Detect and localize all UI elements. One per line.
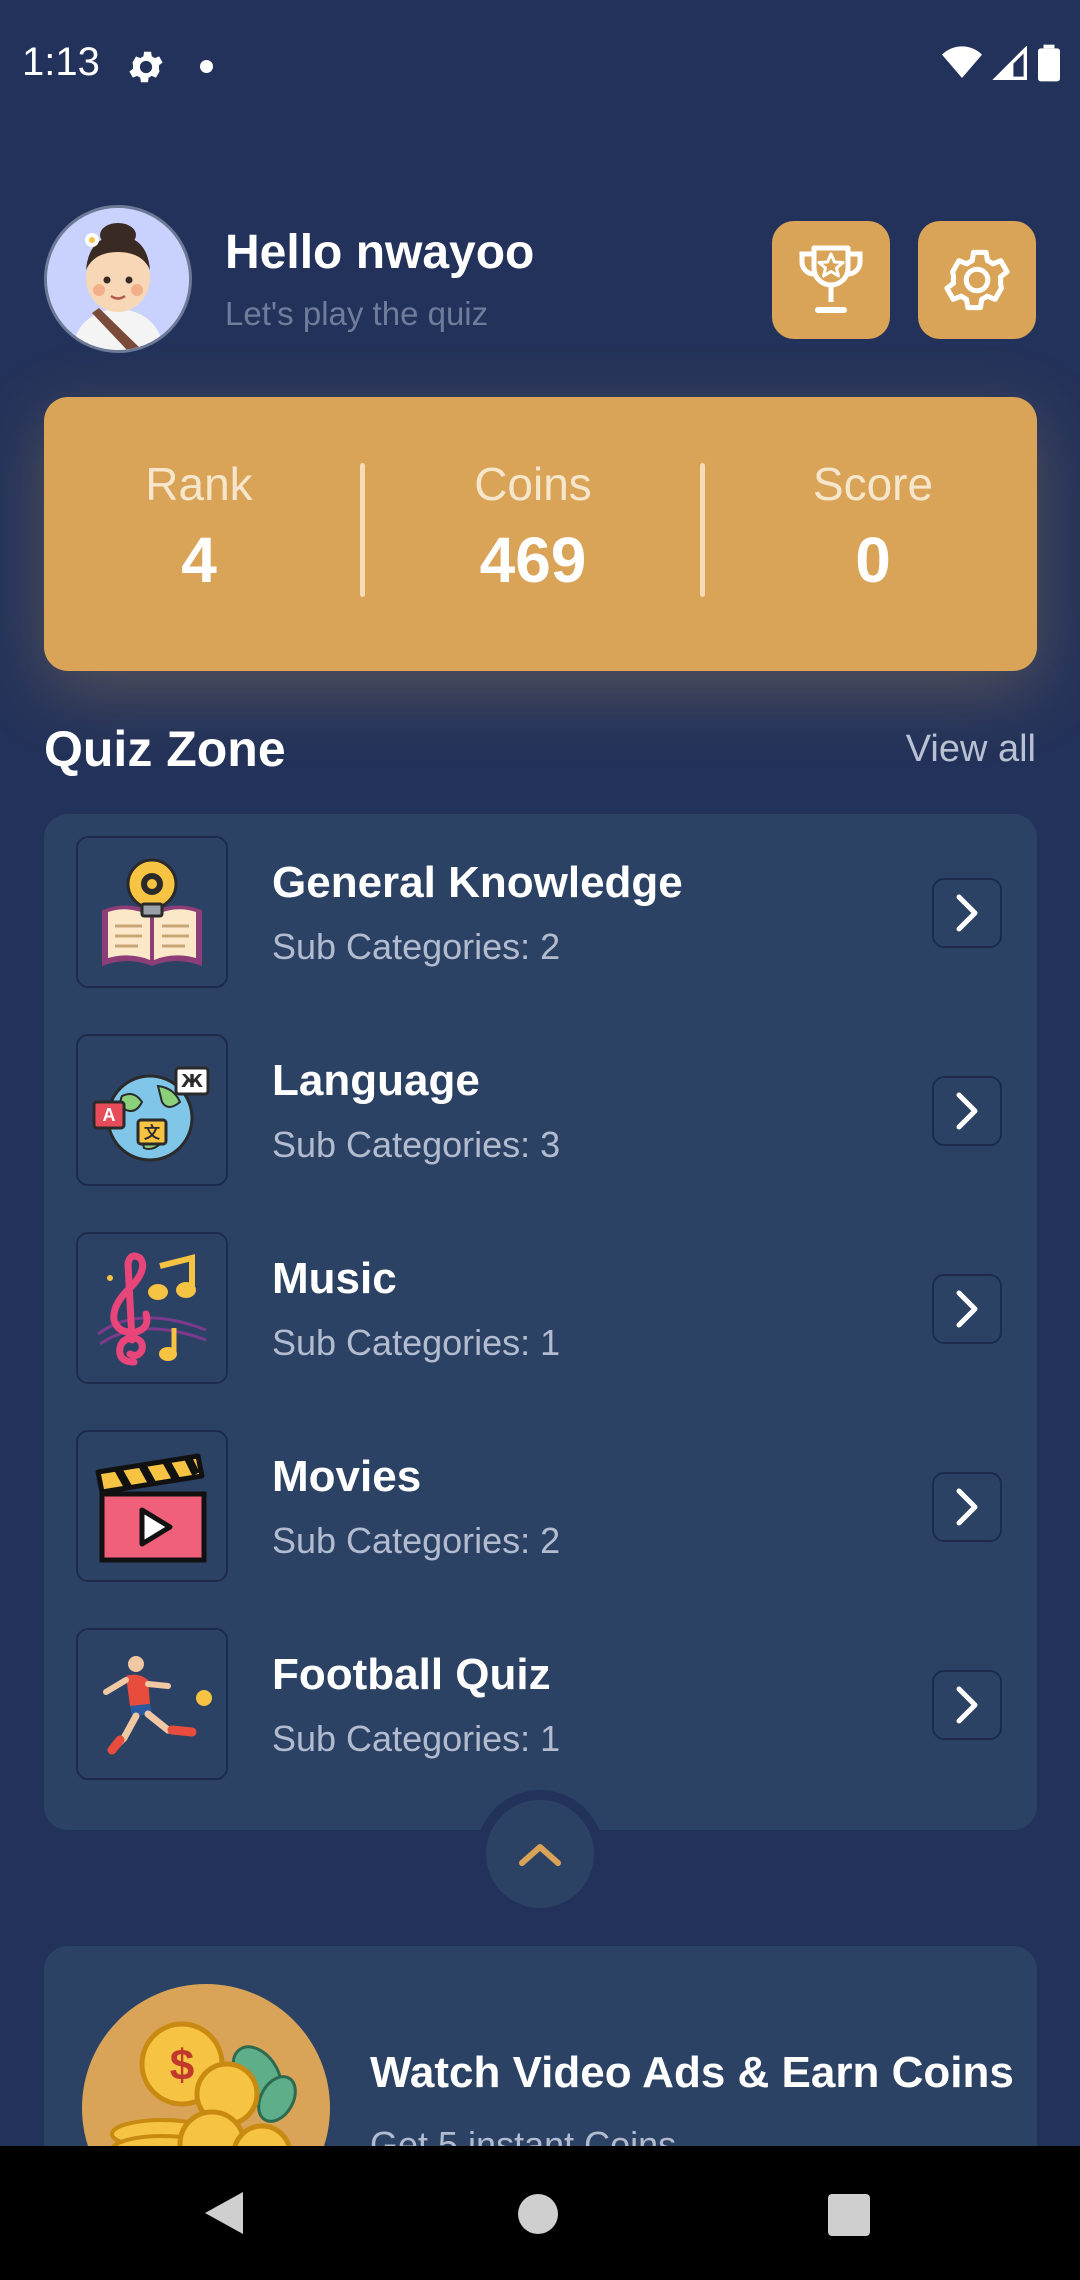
stats-divider bbox=[700, 463, 705, 597]
notification-dot-icon bbox=[200, 60, 213, 73]
quiz-item-movies[interactable]: Movies Sub Categories: 2 bbox=[76, 1430, 1006, 1584]
svg-text:文: 文 bbox=[144, 1123, 161, 1142]
collapse-list-button-wrapper bbox=[476, 1790, 604, 1918]
stats-card: Rank 4 Coins 469 Score 0 bbox=[44, 397, 1037, 671]
status-indicators bbox=[942, 44, 1060, 82]
status-time: 1:13 bbox=[22, 40, 100, 84]
greeting-subtitle: Let's play the quiz bbox=[225, 295, 489, 332]
chevron-right-icon[interactable] bbox=[932, 1076, 1002, 1146]
settings-button[interactable] bbox=[918, 221, 1036, 339]
stat-value: 469 bbox=[479, 524, 587, 596]
quiz-item-subcategories: Sub Categories: 2 bbox=[272, 1520, 561, 1561]
ads-subtitle: Get 5 instant Coins bbox=[370, 2124, 677, 2146]
collapse-list-button[interactable] bbox=[486, 1800, 594, 1908]
back-icon[interactable] bbox=[203, 2190, 245, 2241]
battery-icon bbox=[1038, 44, 1060, 82]
football-player-icon bbox=[76, 1628, 228, 1780]
quiz-item-subcategories: Sub Categories: 1 bbox=[272, 1322, 561, 1363]
avatar[interactable] bbox=[44, 205, 192, 353]
chevron-right-icon[interactable] bbox=[932, 878, 1002, 948]
greeting-title: Hello nwayoo bbox=[225, 226, 535, 279]
stat-label: Score bbox=[812, 458, 934, 510]
leaderboard-button[interactable] bbox=[772, 221, 890, 339]
view-all-link[interactable]: View all bbox=[906, 728, 1036, 771]
quiz-item-subcategories: Sub Categories: 2 bbox=[272, 926, 561, 967]
coins-stack-icon: $ bbox=[82, 1984, 330, 2146]
watch-ads-card[interactable]: $ Watch Video Ads & Earn Coins Get 5 ins… bbox=[44, 1946, 1037, 2146]
quiz-item-subcategories: Sub Categories: 3 bbox=[272, 1124, 561, 1165]
quiz-zone-title: Quiz Zone bbox=[44, 721, 286, 777]
stat-value: 4 bbox=[181, 524, 217, 596]
clapperboard-icon bbox=[76, 1430, 228, 1582]
quiz-item-subcategories: Sub Categories: 1 bbox=[272, 1718, 561, 1759]
svg-text:$: $ bbox=[170, 2041, 194, 2090]
stat-rank: Rank 4 bbox=[49, 457, 349, 597]
quiz-item-general-knowledge[interactable]: General Knowledge Sub Categories: 2 bbox=[76, 836, 1006, 990]
svg-text:Ж: Ж bbox=[181, 1071, 203, 1092]
svg-text:A: A bbox=[103, 1105, 116, 1125]
stats-divider bbox=[360, 463, 365, 597]
music-notes-icon bbox=[76, 1232, 228, 1384]
quiz-item-name: General Knowledge bbox=[272, 858, 683, 907]
header: Hello nwayoo Let's play the quiz bbox=[44, 205, 1038, 355]
status-bar: 1:13 bbox=[0, 0, 1080, 135]
chevron-up-icon bbox=[519, 1844, 561, 1866]
quiz-item-football-quiz[interactable]: Football Quiz Sub Categories: 1 bbox=[76, 1628, 1006, 1782]
chevron-right-icon[interactable] bbox=[932, 1472, 1002, 1542]
lightbulb-book-icon bbox=[76, 836, 228, 988]
quiz-zone-list: General Knowledge Sub Categories: 2 A Ж … bbox=[44, 814, 1037, 1830]
wifi-icon bbox=[942, 46, 982, 78]
system-navigation-bar bbox=[0, 2146, 1080, 2280]
quiz-item-language[interactable]: A Ж 文 Language Sub Categories: 3 bbox=[76, 1034, 1006, 1188]
quiz-item-name: Music bbox=[272, 1254, 397, 1303]
stat-label: Rank bbox=[145, 458, 253, 510]
stat-score: Score 0 bbox=[723, 457, 1023, 597]
ads-title: Watch Video Ads & Earn Coins bbox=[370, 2048, 1014, 2097]
chevron-right-icon[interactable] bbox=[932, 1274, 1002, 1344]
recent-apps-icon[interactable] bbox=[828, 2194, 870, 2236]
cellular-signal-icon bbox=[992, 46, 1027, 80]
quiz-item-music[interactable]: Music Sub Categories: 1 bbox=[76, 1232, 1006, 1386]
gear-icon bbox=[944, 249, 1010, 311]
quiz-item-name: Movies bbox=[272, 1452, 422, 1501]
trophy-icon bbox=[799, 245, 863, 313]
quiz-item-name: Football Quiz bbox=[272, 1650, 551, 1699]
home-icon[interactable] bbox=[518, 2194, 558, 2234]
settings-status-icon bbox=[125, 46, 167, 88]
stat-value: 0 bbox=[855, 524, 891, 596]
stat-label: Coins bbox=[474, 458, 592, 510]
globe-language-icon: A Ж 文 bbox=[76, 1034, 228, 1186]
stat-coins: Coins 469 bbox=[383, 457, 683, 597]
chevron-right-icon[interactable] bbox=[932, 1670, 1002, 1740]
quiz-item-name: Language bbox=[272, 1056, 480, 1105]
